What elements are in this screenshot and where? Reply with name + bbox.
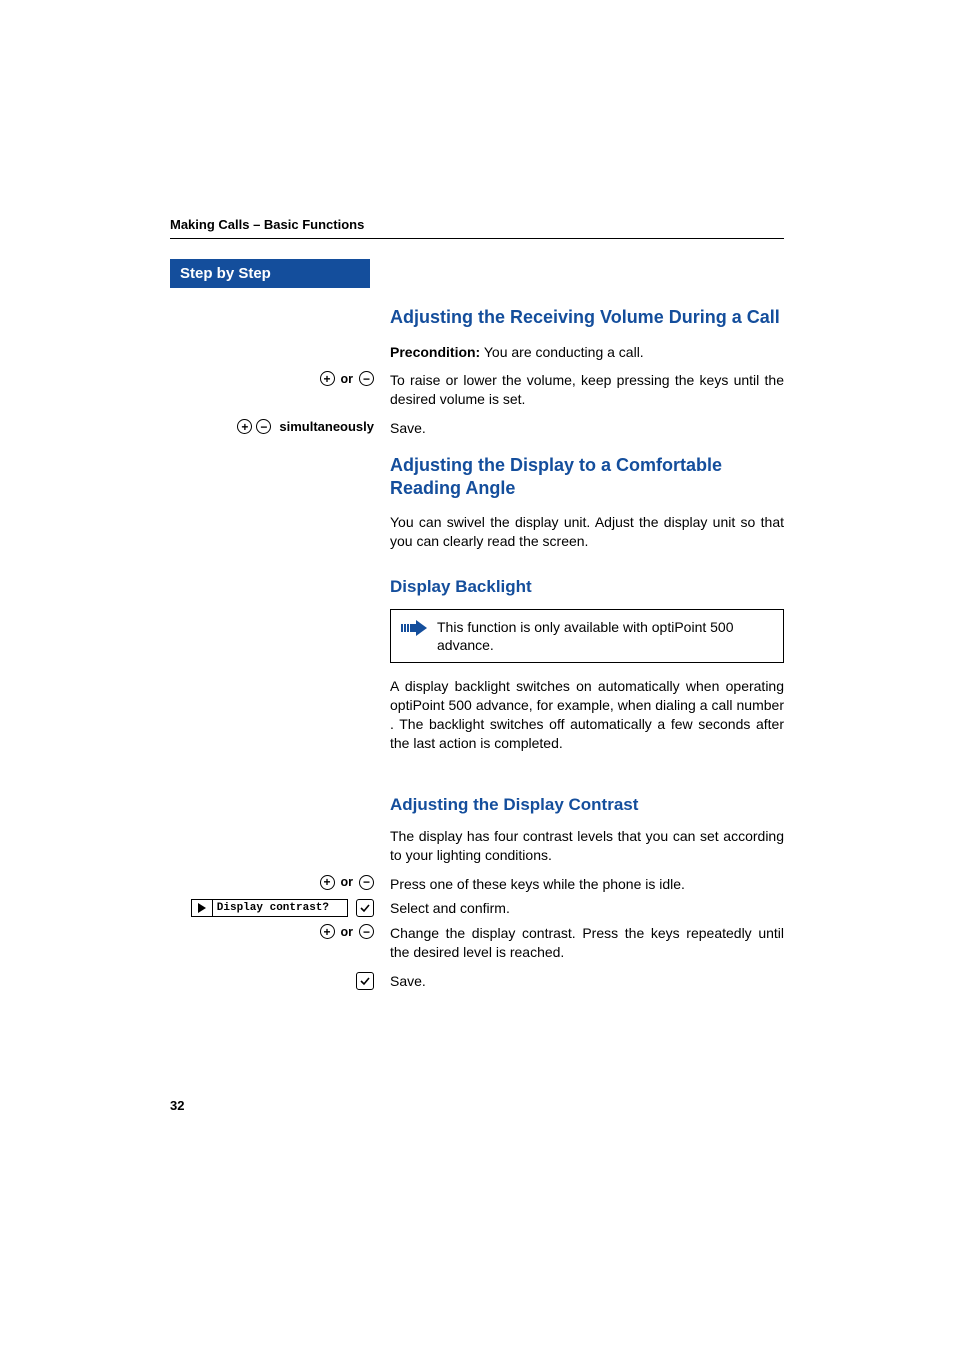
- s4-step2-text: Select and confirm.: [380, 899, 784, 918]
- confirm-icon: [356, 972, 374, 990]
- triangle-right-icon: [192, 900, 213, 916]
- plus-icon: +: [320, 371, 335, 386]
- menu-label: Display contrast?: [213, 902, 347, 914]
- s4-intro: The display has four contrast levels tha…: [390, 827, 784, 865]
- s3-body: A display backlight switches on automati…: [390, 677, 784, 753]
- page-content: Making Calls – Basic Functions Step by S…: [170, 217, 784, 997]
- s1-step1: + or − To raise or lower the volume, kee…: [170, 371, 784, 409]
- precondition-line: Precondition: You are conducting a call.: [390, 343, 784, 362]
- plus-icon: +: [237, 419, 252, 434]
- note-arrow-icon: [401, 620, 427, 641]
- note-text: This function is only available with opt…: [437, 618, 773, 654]
- s1-step1-text: To raise or lower the volume, keep press…: [380, 371, 784, 409]
- s2-body: You can swivel the display unit. Adjust …: [390, 513, 784, 551]
- heading-adjust-volume: Adjusting the Receiving Volume During a …: [390, 306, 784, 329]
- plus-icon: +: [320, 875, 335, 890]
- note-box: This function is only available with opt…: [390, 609, 784, 663]
- confirm-icon: [356, 899, 374, 917]
- section-4: Adjusting the Display Contrast The displ…: [170, 773, 784, 875]
- section-2: Adjusting the Display to a Comfortable R…: [170, 454, 784, 561]
- s4-step3-text: Change the display contrast. Press the k…: [380, 924, 784, 962]
- running-head: Making Calls – Basic Functions: [170, 217, 784, 232]
- menu-nav-box: Display contrast?: [191, 899, 348, 917]
- plus-icon: +: [320, 924, 335, 939]
- minus-icon: −: [359, 371, 374, 386]
- s1-step2-text: Save.: [380, 419, 784, 438]
- s4-step4: Save.: [170, 972, 784, 991]
- section-3: Display Backlight This function is only …: [170, 571, 784, 763]
- section-1: Adjusting the Receiving Volume During a …: [170, 306, 784, 371]
- simultaneously-label: simultaneously: [279, 419, 374, 434]
- header-rule: [170, 238, 784, 239]
- page-number: 32: [170, 1098, 184, 1113]
- heading-contrast: Adjusting the Display Contrast: [390, 795, 784, 815]
- s1-step2: + − simultaneously Save.: [170, 419, 784, 438]
- precondition-label: Precondition:: [390, 344, 480, 360]
- s4-step1-text: Press one of these keys while the phone …: [380, 875, 784, 894]
- step-header-row: Step by Step: [170, 259, 784, 288]
- precondition-text: You are conducting a call.: [480, 344, 643, 360]
- heading-display-angle: Adjusting the Display to a Comfortable R…: [390, 454, 784, 499]
- step-by-step-header: Step by Step: [170, 259, 370, 288]
- or-label: or: [341, 875, 354, 889]
- s4-step1: + or − Press one of these keys while the…: [170, 875, 784, 894]
- or-label: or: [341, 372, 354, 386]
- s4-step2: Display contrast? Select and confirm.: [170, 899, 784, 918]
- or-label: or: [341, 925, 354, 939]
- s4-step3: + or − Change the display contrast. Pres…: [170, 924, 784, 962]
- minus-icon: −: [359, 924, 374, 939]
- s4-step4-text: Save.: [380, 972, 784, 991]
- minus-icon: −: [256, 419, 271, 434]
- minus-icon: −: [359, 875, 374, 890]
- heading-backlight: Display Backlight: [390, 577, 784, 597]
